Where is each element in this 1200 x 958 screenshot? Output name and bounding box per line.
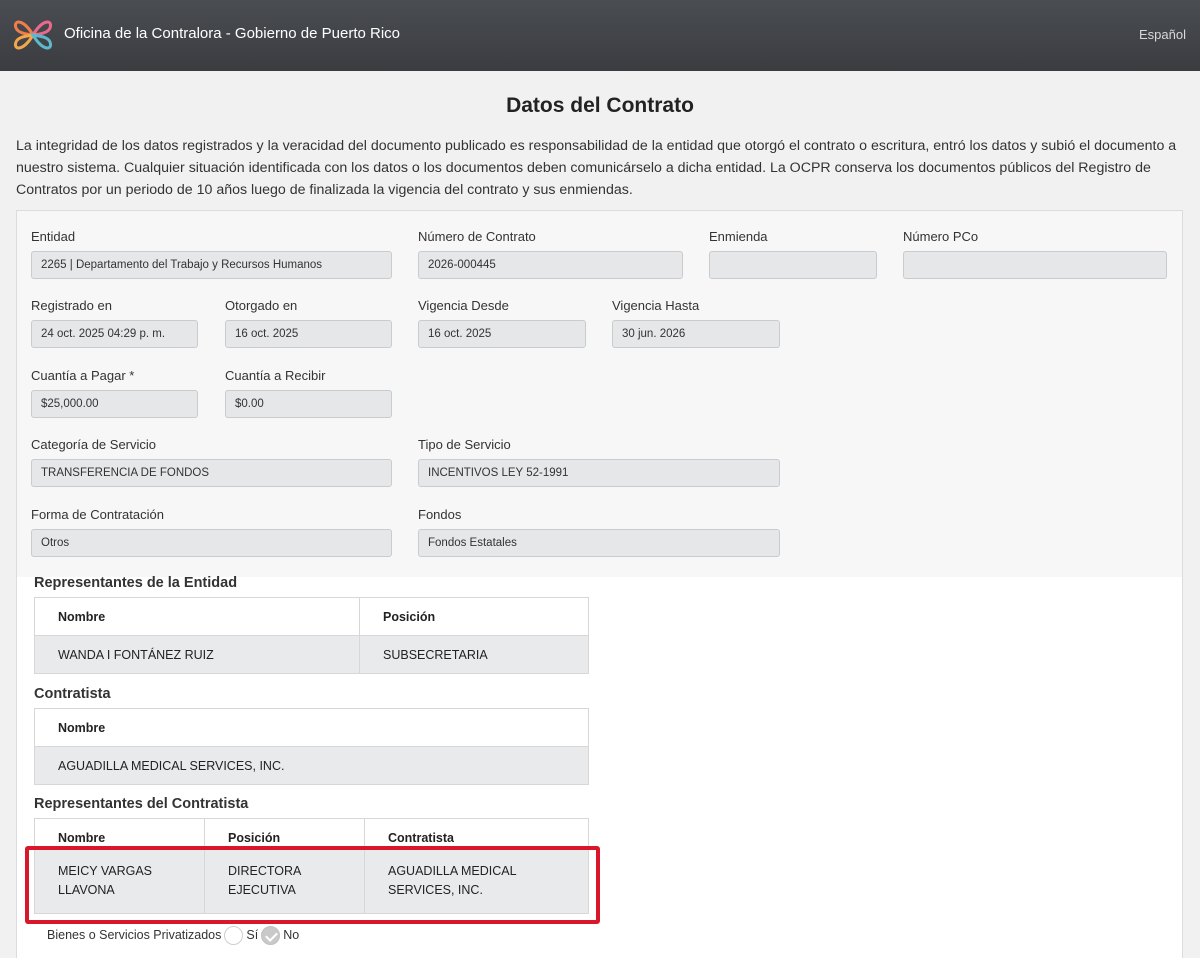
column-header-contratista: Contratista <box>364 818 589 848</box>
page-title: Datos del Contrato <box>506 94 694 117</box>
entidad-field: 2265 | Departamento del Trabajo y Recurs… <box>31 251 392 279</box>
column-header-nombre: Nombre <box>34 708 589 747</box>
cuantia-pagar-field: $25,000.00 <box>31 390 198 418</box>
app-title[interactable]: Oficina de la Contralora - Gobierno de P… <box>64 25 400 42</box>
table-header-row: Nombre Posición <box>34 597 589 636</box>
vigencia-desde-label: Vigencia Desde <box>418 298 509 313</box>
representantes-entidad-heading: Representantes de la Entidad <box>34 575 238 591</box>
fondos-label: Fondos <box>418 507 462 522</box>
otorgado-en-field: 16 oct. 2025 <box>225 320 392 348</box>
column-header-posicion: Posición <box>204 818 365 848</box>
numero-contrato-label: Número de Contrato <box>418 229 536 244</box>
contratista-heading: Contratista <box>34 686 111 702</box>
cuantia-recibir-field: $0.00 <box>225 390 392 418</box>
registrado-en-field: 24 oct. 2025 04:29 p. m. <box>31 320 198 348</box>
table-header-row: Nombre Posición Contratista <box>34 818 589 848</box>
categoria-servicio-field: TRANSFERENCIA DE FONDOS <box>31 459 392 487</box>
top-navbar: Oficina de la Contralora - Gobierno de P… <box>0 0 1200 71</box>
vigencia-hasta-label: Vigencia Hasta <box>612 298 700 313</box>
enmienda-label: Enmienda <box>709 229 768 244</box>
radio-si[interactable] <box>224 925 244 945</box>
forma-contratacion-label: Forma de Contratación <box>31 507 164 522</box>
language-link[interactable]: Español <box>1139 27 1186 42</box>
numero-pco-field <box>903 251 1167 279</box>
disclaimer-text: La integridad de los datos registrados y… <box>16 138 1177 198</box>
tipo-servicio-label: Tipo de Servicio <box>418 437 511 452</box>
column-header-nombre: Nombre <box>34 818 205 848</box>
radio-no[interactable] <box>261 925 281 945</box>
numero-pco-label: Número PCo <box>903 229 979 244</box>
categoria-servicio-label: Categoría de Servicio <box>31 437 157 452</box>
vigencia-hasta-field: 30 jun. 2026 <box>612 320 780 348</box>
vigencia-desde-field: 16 oct. 2025 <box>418 320 586 348</box>
cell-nombre: WANDA I FONTÁNEZ RUIZ <box>34 635 360 674</box>
cell-nombre: AGUADILLA MEDICAL SERVICES, INC. <box>34 746 589 785</box>
privatizados-group: Bienes o Servicios Privatizados Sí No <box>47 925 302 945</box>
tipo-servicio-field: INCENTIVOS LEY 52-1991 <box>418 459 780 487</box>
column-header-nombre: Nombre <box>34 597 360 636</box>
butterfly-logo-icon[interactable] <box>13 14 53 56</box>
table-row: WANDA I FONTÁNEZ RUIZ SUBSECRETARIA <box>34 635 589 674</box>
cuantia-pagar-label: Cuantía a Pagar * <box>31 368 135 383</box>
contratista-table: Nombre AGUADILLA MEDICAL SERVICES, INC. <box>34 708 589 785</box>
registrado-en-label: Registrado en <box>31 298 112 313</box>
highlight-annotation <box>25 846 600 924</box>
privatizados-label: Bienes o Servicios Privatizados <box>47 928 222 942</box>
column-header-posicion: Posición <box>359 597 589 636</box>
numero-contrato-field: 2026-000445 <box>418 251 683 279</box>
radio-no-label: No <box>283 928 300 942</box>
cuantia-recibir-label: Cuantía a Recibir <box>225 368 326 383</box>
radio-si-label: Sí <box>246 928 259 942</box>
otorgado-en-label: Otorgado en <box>225 298 298 313</box>
forma-contratacion-field: Otros <box>31 529 392 557</box>
entidad-label: Entidad <box>31 229 76 244</box>
representantes-contratista-heading: Representantes del Contratista <box>34 796 249 812</box>
cell-posicion: SUBSECRETARIA <box>359 635 589 674</box>
representantes-entidad-table: Nombre Posición WANDA I FONTÁNEZ RUIZ SU… <box>34 597 589 674</box>
table-row: AGUADILLA MEDICAL SERVICES, INC. <box>34 746 589 785</box>
fondos-field: Fondos Estatales <box>418 529 780 557</box>
table-header-row: Nombre <box>34 708 589 747</box>
enmienda-field <box>709 251 877 279</box>
